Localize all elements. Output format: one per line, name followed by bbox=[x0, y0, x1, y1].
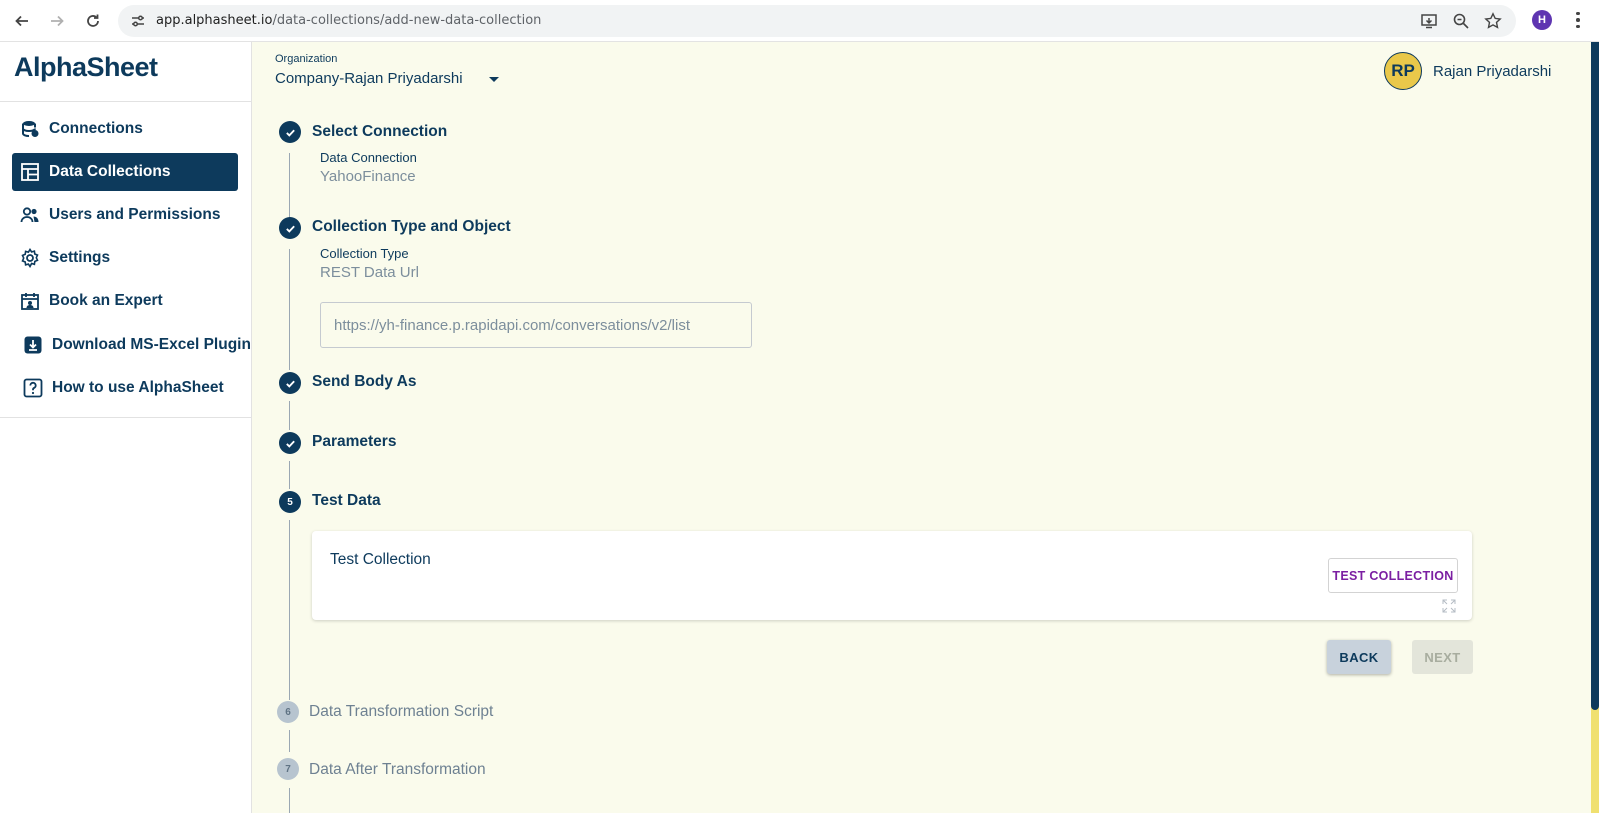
test-collection-title: Test Collection bbox=[330, 551, 431, 568]
url-text[interactable]: app.alphasheet.io/data-collections/add-n… bbox=[156, 13, 541, 28]
sidebar-item-label: Book an Expert bbox=[49, 292, 163, 309]
users-icon bbox=[20, 207, 39, 223]
step-title-parameters[interactable]: Parameters bbox=[312, 433, 396, 451]
organization-label: Organization bbox=[275, 53, 338, 65]
sidebar-item-label: Settings bbox=[49, 249, 111, 266]
gear-icon bbox=[21, 248, 39, 268]
sidebar-item-label: Connections bbox=[49, 120, 143, 137]
user-avatar[interactable]: RP bbox=[1384, 52, 1422, 90]
step-title-send-body-as[interactable]: Send Body As bbox=[312, 373, 417, 391]
sidebar-item-label: Download MS-Excel Plugin bbox=[52, 336, 251, 353]
test-collection-card: Test Collection TEST COLLECTION bbox=[312, 531, 1472, 620]
sidebar-divider bbox=[0, 101, 252, 102]
step-connector bbox=[289, 153, 290, 219]
site-settings-icon[interactable] bbox=[130, 13, 146, 29]
sidebar-item-connections[interactable]: Connections bbox=[12, 110, 238, 148]
bookmark-star-icon[interactable] bbox=[1484, 12, 1502, 30]
download-icon bbox=[24, 336, 42, 354]
address-bar[interactable]: app.alphasheet.io/data-collections/add-n… bbox=[118, 5, 1516, 37]
step-number: 7 bbox=[277, 758, 299, 780]
install-app-icon[interactable] bbox=[1420, 12, 1438, 30]
test-collection-button[interactable]: TEST COLLECTION bbox=[1328, 558, 1458, 593]
step-connector bbox=[289, 461, 290, 489]
check-icon bbox=[279, 372, 301, 394]
step-title-collection-type[interactable]: Collection Type and Object bbox=[312, 218, 511, 236]
zoom-icon[interactable] bbox=[1452, 12, 1470, 30]
collection-type-label: Collection Type bbox=[320, 246, 409, 261]
back-arrow-icon[interactable] bbox=[11, 10, 33, 32]
data-connection-value: YahooFinance bbox=[320, 168, 416, 185]
browser-toolbar: app.alphasheet.io/data-collections/add-n… bbox=[0, 0, 1599, 42]
step-connector bbox=[289, 730, 290, 752]
data-connection-label: Data Connection bbox=[320, 150, 417, 165]
back-button[interactable]: BACK bbox=[1327, 640, 1391, 674]
user-name[interactable]: Rajan Priyadarshi bbox=[1433, 63, 1551, 80]
table-icon bbox=[21, 163, 39, 181]
step-title-test-data[interactable]: Test Data bbox=[312, 492, 381, 510]
sidebar-item-book-an-expert[interactable]: Book an Expert bbox=[12, 282, 238, 320]
step-title-select-connection[interactable]: Select Connection bbox=[312, 123, 447, 141]
expand-icon[interactable] bbox=[1442, 599, 1456, 613]
main-content: Organization Company-Rajan Priyadarshi R… bbox=[253, 42, 1599, 813]
sidebar-item-download-ms-excel-plugin[interactable]: Download MS-Excel Plugin bbox=[12, 326, 251, 364]
forward-arrow-icon[interactable] bbox=[46, 10, 68, 32]
step-title-data-after-transformation[interactable]: Data After Transformation bbox=[309, 761, 486, 779]
browser-menu-icon[interactable] bbox=[1568, 9, 1588, 31]
profile-avatar[interactable]: H bbox=[1532, 10, 1552, 30]
logo[interactable]: AlphaSheet bbox=[14, 52, 158, 83]
calendar-icon bbox=[21, 293, 39, 310]
sidebar-item-users-and-permissions[interactable]: Users and Permissions bbox=[12, 196, 238, 234]
check-icon bbox=[279, 432, 301, 454]
sidebar-item-label: Data Collections bbox=[49, 163, 171, 180]
organization-select[interactable]: Company-Rajan Priyadarshi bbox=[275, 70, 463, 87]
step-number: 6 bbox=[277, 701, 299, 723]
rest-url-input[interactable] bbox=[320, 302, 752, 348]
sidebar-item-data-collections[interactable]: Data Collections bbox=[12, 153, 238, 191]
reload-icon[interactable] bbox=[82, 10, 104, 32]
collection-type-value: REST Data Url bbox=[320, 264, 419, 281]
step-connector bbox=[289, 788, 290, 813]
check-icon bbox=[279, 121, 301, 143]
sidebar-item-settings[interactable]: Settings bbox=[12, 239, 238, 277]
next-button[interactable]: NEXT bbox=[1412, 640, 1473, 674]
step-number: 5 bbox=[279, 491, 301, 513]
step-connector bbox=[289, 401, 290, 430]
sidebar-item-how-to-use-alphasheet[interactable]: How to use AlphaSheet bbox=[12, 369, 238, 407]
step-connector bbox=[289, 249, 290, 370]
sidebar-divider bbox=[0, 417, 252, 418]
check-icon bbox=[279, 217, 301, 239]
scrollbar-thumb[interactable] bbox=[1591, 42, 1599, 710]
sidebar-item-label: Users and Permissions bbox=[49, 206, 221, 223]
sidebar: AlphaSheet Connections Data Collections … bbox=[0, 42, 252, 813]
chevron-down-icon[interactable] bbox=[489, 77, 499, 82]
database-icon bbox=[22, 121, 39, 137]
sidebar-item-label: How to use AlphaSheet bbox=[52, 379, 224, 396]
step-connector bbox=[289, 520, 290, 700]
help-icon bbox=[23, 378, 43, 398]
step-title-data-transformation-script[interactable]: Data Transformation Script bbox=[309, 703, 493, 721]
